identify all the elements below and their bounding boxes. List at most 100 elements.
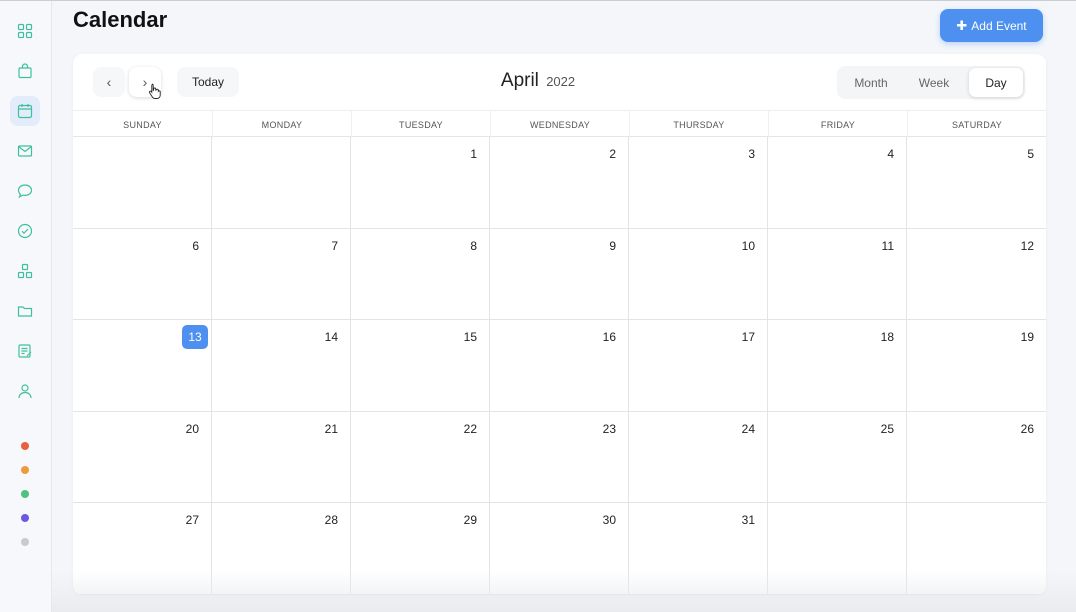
day-number: 5 xyxy=(1027,147,1034,161)
day-number: 22 xyxy=(463,421,477,436)
day-cell[interactable]: 23 xyxy=(490,411,629,504)
day-number: 20 xyxy=(185,421,199,436)
add-event-label: Add Event xyxy=(971,18,1027,33)
label-dot-orange[interactable] xyxy=(21,466,29,474)
day-number: 25 xyxy=(880,421,894,436)
view-day-button[interactable]: Day xyxy=(969,68,1023,97)
chat-icon[interactable] xyxy=(10,176,40,206)
day-cell[interactable] xyxy=(907,503,1046,595)
day-cell[interactable]: 9 xyxy=(490,228,629,321)
weekday-wednesday: WEDNESDAY xyxy=(490,111,629,138)
day-cell[interactable]: 17 xyxy=(629,320,768,412)
label-dot-gray[interactable] xyxy=(21,538,29,546)
plus-icon: ✚ xyxy=(956,17,968,33)
notes-icon[interactable] xyxy=(10,336,40,366)
day-number: 19 xyxy=(1020,330,1034,345)
day-cell[interactable]: 5 xyxy=(907,137,1046,229)
mail-icon[interactable] xyxy=(10,136,40,166)
day-cell[interactable]: 12 xyxy=(907,229,1046,321)
day-cell[interactable]: 3 xyxy=(629,137,768,229)
prev-month-button[interactable]: ‹ xyxy=(93,67,125,97)
top-border xyxy=(0,0,1076,1)
day-number: 1 xyxy=(470,147,477,161)
add-event-button[interactable]: ✚ Add Event xyxy=(940,9,1043,42)
day-cell[interactable]: 31 xyxy=(629,503,768,595)
shopping-bag-icon[interactable] xyxy=(10,56,40,86)
day-number: 2 xyxy=(609,147,616,161)
day-cell[interactable]: 14 xyxy=(212,320,351,412)
hand-cursor-icon xyxy=(148,83,161,99)
day-number: 9 xyxy=(609,238,616,253)
weekday-saturday: SATURDAY xyxy=(907,111,1046,138)
apps-icon[interactable] xyxy=(10,256,40,286)
day-cell[interactable]: 26 xyxy=(907,412,1046,504)
day-number: 26 xyxy=(1020,421,1034,436)
day-cell[interactable]: 11 xyxy=(768,228,907,321)
day-cell[interactable]: 10 xyxy=(629,228,768,321)
weekday-tuesday: TUESDAY xyxy=(351,111,490,138)
weekday-thursday: THURSDAY xyxy=(629,111,768,138)
day-cell[interactable] xyxy=(73,137,212,229)
day-number: 10 xyxy=(741,238,755,253)
weekday-monday: MONDAY xyxy=(212,111,351,138)
weekday-header: SUNDAY MONDAY TUESDAY WEDNESDAY THURSDAY… xyxy=(73,110,1046,138)
today-button[interactable]: Today xyxy=(177,67,239,97)
calendar-card: ‹ › Today April 2022 Month Week Day SUND… xyxy=(73,54,1046,595)
day-number: 17 xyxy=(741,330,755,345)
day-cell[interactable]: 21 xyxy=(212,411,351,504)
day-number: 27 xyxy=(185,513,199,528)
today-date-badge: 13 xyxy=(182,325,208,350)
day-cell[interactable]: 25 xyxy=(768,411,907,504)
day-number: 18 xyxy=(880,330,894,345)
day-cell[interactable]: 13 xyxy=(73,320,212,412)
day-cell[interactable]: 16 xyxy=(490,320,629,412)
day-number: 31 xyxy=(741,513,755,528)
day-cell[interactable]: 28 xyxy=(212,503,351,595)
day-number: 6 xyxy=(192,238,199,253)
day-cell[interactable] xyxy=(212,137,351,229)
chevron-right-icon: › xyxy=(142,74,148,90)
day-cell[interactable]: 20 xyxy=(73,411,212,504)
month-label: April xyxy=(500,70,539,91)
day-cell[interactable] xyxy=(768,503,907,595)
label-dot-purple[interactable] xyxy=(21,514,29,522)
day-cell[interactable]: 19 xyxy=(907,320,1046,412)
month-year-title: April 2022 xyxy=(453,70,623,92)
day-cell[interactable]: 15 xyxy=(351,320,490,412)
day-cell[interactable]: 18 xyxy=(768,320,907,412)
day-cell[interactable]: 27 xyxy=(73,503,212,595)
day-number: 4 xyxy=(887,147,894,161)
view-week-button[interactable]: Week xyxy=(907,68,961,97)
day-number: 16 xyxy=(602,330,616,345)
day-number: 24 xyxy=(741,421,755,436)
day-cell[interactable]: 4 xyxy=(768,137,907,229)
day-number: 7 xyxy=(331,238,338,253)
view-month-button[interactable]: Month xyxy=(843,68,899,97)
day-cell[interactable]: 22 xyxy=(351,411,490,504)
day-cell[interactable]: 8 xyxy=(351,228,490,321)
weekday-friday: FRIDAY xyxy=(768,111,907,138)
day-number: 14 xyxy=(324,330,338,345)
calendar-icon[interactable] xyxy=(10,96,40,126)
day-cell[interactable]: 7 xyxy=(212,228,351,321)
sidebar xyxy=(0,1,52,612)
check-circle-icon[interactable] xyxy=(10,216,40,246)
label-dot-green[interactable] xyxy=(21,490,29,498)
day-number: 30 xyxy=(602,513,616,528)
day-cell[interactable]: 30 xyxy=(490,503,629,595)
day-cell[interactable]: 24 xyxy=(629,411,768,504)
user-icon[interactable] xyxy=(10,376,40,406)
label-dot-red[interactable] xyxy=(21,442,29,450)
day-number: 29 xyxy=(463,513,477,528)
year-label: 2022 xyxy=(546,74,576,89)
day-number: 11 xyxy=(881,238,894,253)
dashboard-icon[interactable] xyxy=(10,16,40,46)
day-number: 28 xyxy=(324,513,338,528)
day-cell[interactable]: 6 xyxy=(73,228,212,321)
day-cell[interactable]: 29 xyxy=(351,503,490,595)
chevron-left-icon: ‹ xyxy=(106,74,112,90)
view-switcher: Month Week Day xyxy=(837,66,1025,99)
day-cell[interactable]: 2 xyxy=(490,137,629,229)
folder-icon[interactable] xyxy=(10,296,40,326)
day-cell[interactable]: 1 xyxy=(351,137,490,229)
